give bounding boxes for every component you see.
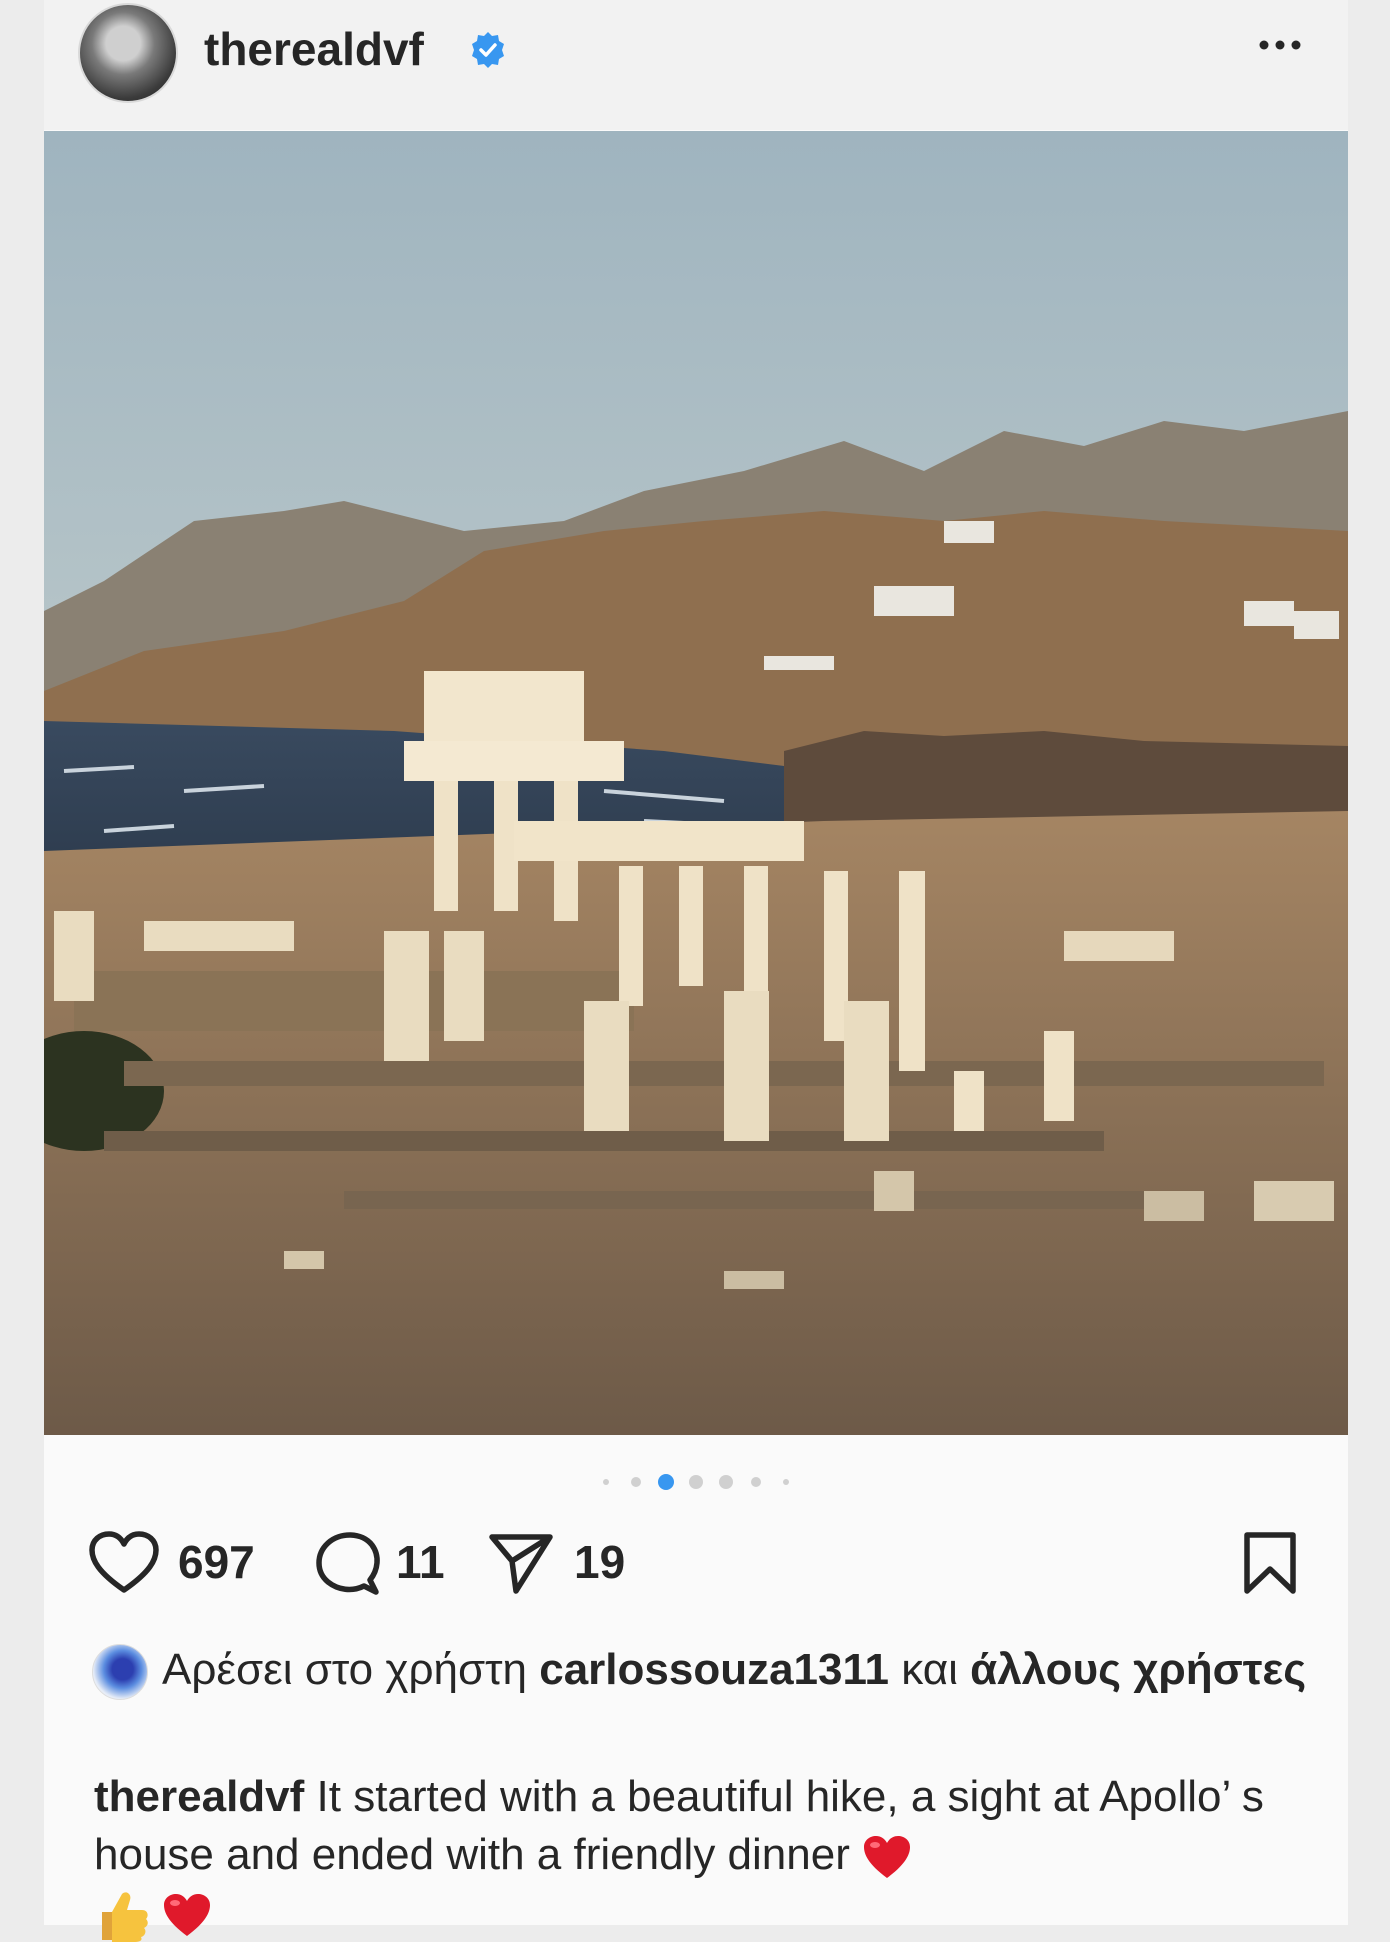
post-caption: therealdvf It started with a beautiful h… [94,1768,1334,1942]
post-card: therealdvf 697 11 19 Αρέσει στο χρήστη c… [44,0,1348,1942]
profile-avatar[interactable] [78,3,178,103]
carousel-indicator [603,1474,789,1490]
liker-avatar[interactable] [92,1644,148,1700]
thumbs-up-emoji-icon [102,1892,148,1942]
like-icon[interactable] [88,1530,160,1596]
action-bar: 697 11 19 [44,1525,1348,1595]
liked-by-user[interactable]: carlossouza1311 [539,1645,889,1694]
post-header: therealdvf [44,0,1348,130]
share-icon[interactable] [488,1531,554,1595]
comment-count[interactable]: 11 [396,1535,445,1589]
post-username[interactable]: therealdvf [204,22,424,76]
bookmark-icon[interactable] [1242,1531,1298,1595]
liked-by-text: Αρέσει στο χρήστη carlossouza1311 και άλ… [162,1640,1312,1700]
like-count[interactable]: 697 [178,1535,255,1589]
red-heart-emoji-icon [864,1836,911,1879]
post-photo[interactable] [44,131,1348,1435]
liked-by-prefix: Αρέσει στο χρήστη [162,1645,527,1694]
share-count[interactable]: 19 [574,1535,625,1589]
red-heart-emoji-icon [164,1894,211,1937]
verified-badge-icon [472,32,504,68]
more-options-icon[interactable] [1250,30,1310,60]
liked-by-others[interactable]: άλλους χρήστες [970,1645,1306,1694]
caption-username[interactable]: therealdvf [94,1772,304,1821]
comment-icon[interactable] [314,1530,382,1596]
liked-by-connector: και [901,1645,958,1694]
